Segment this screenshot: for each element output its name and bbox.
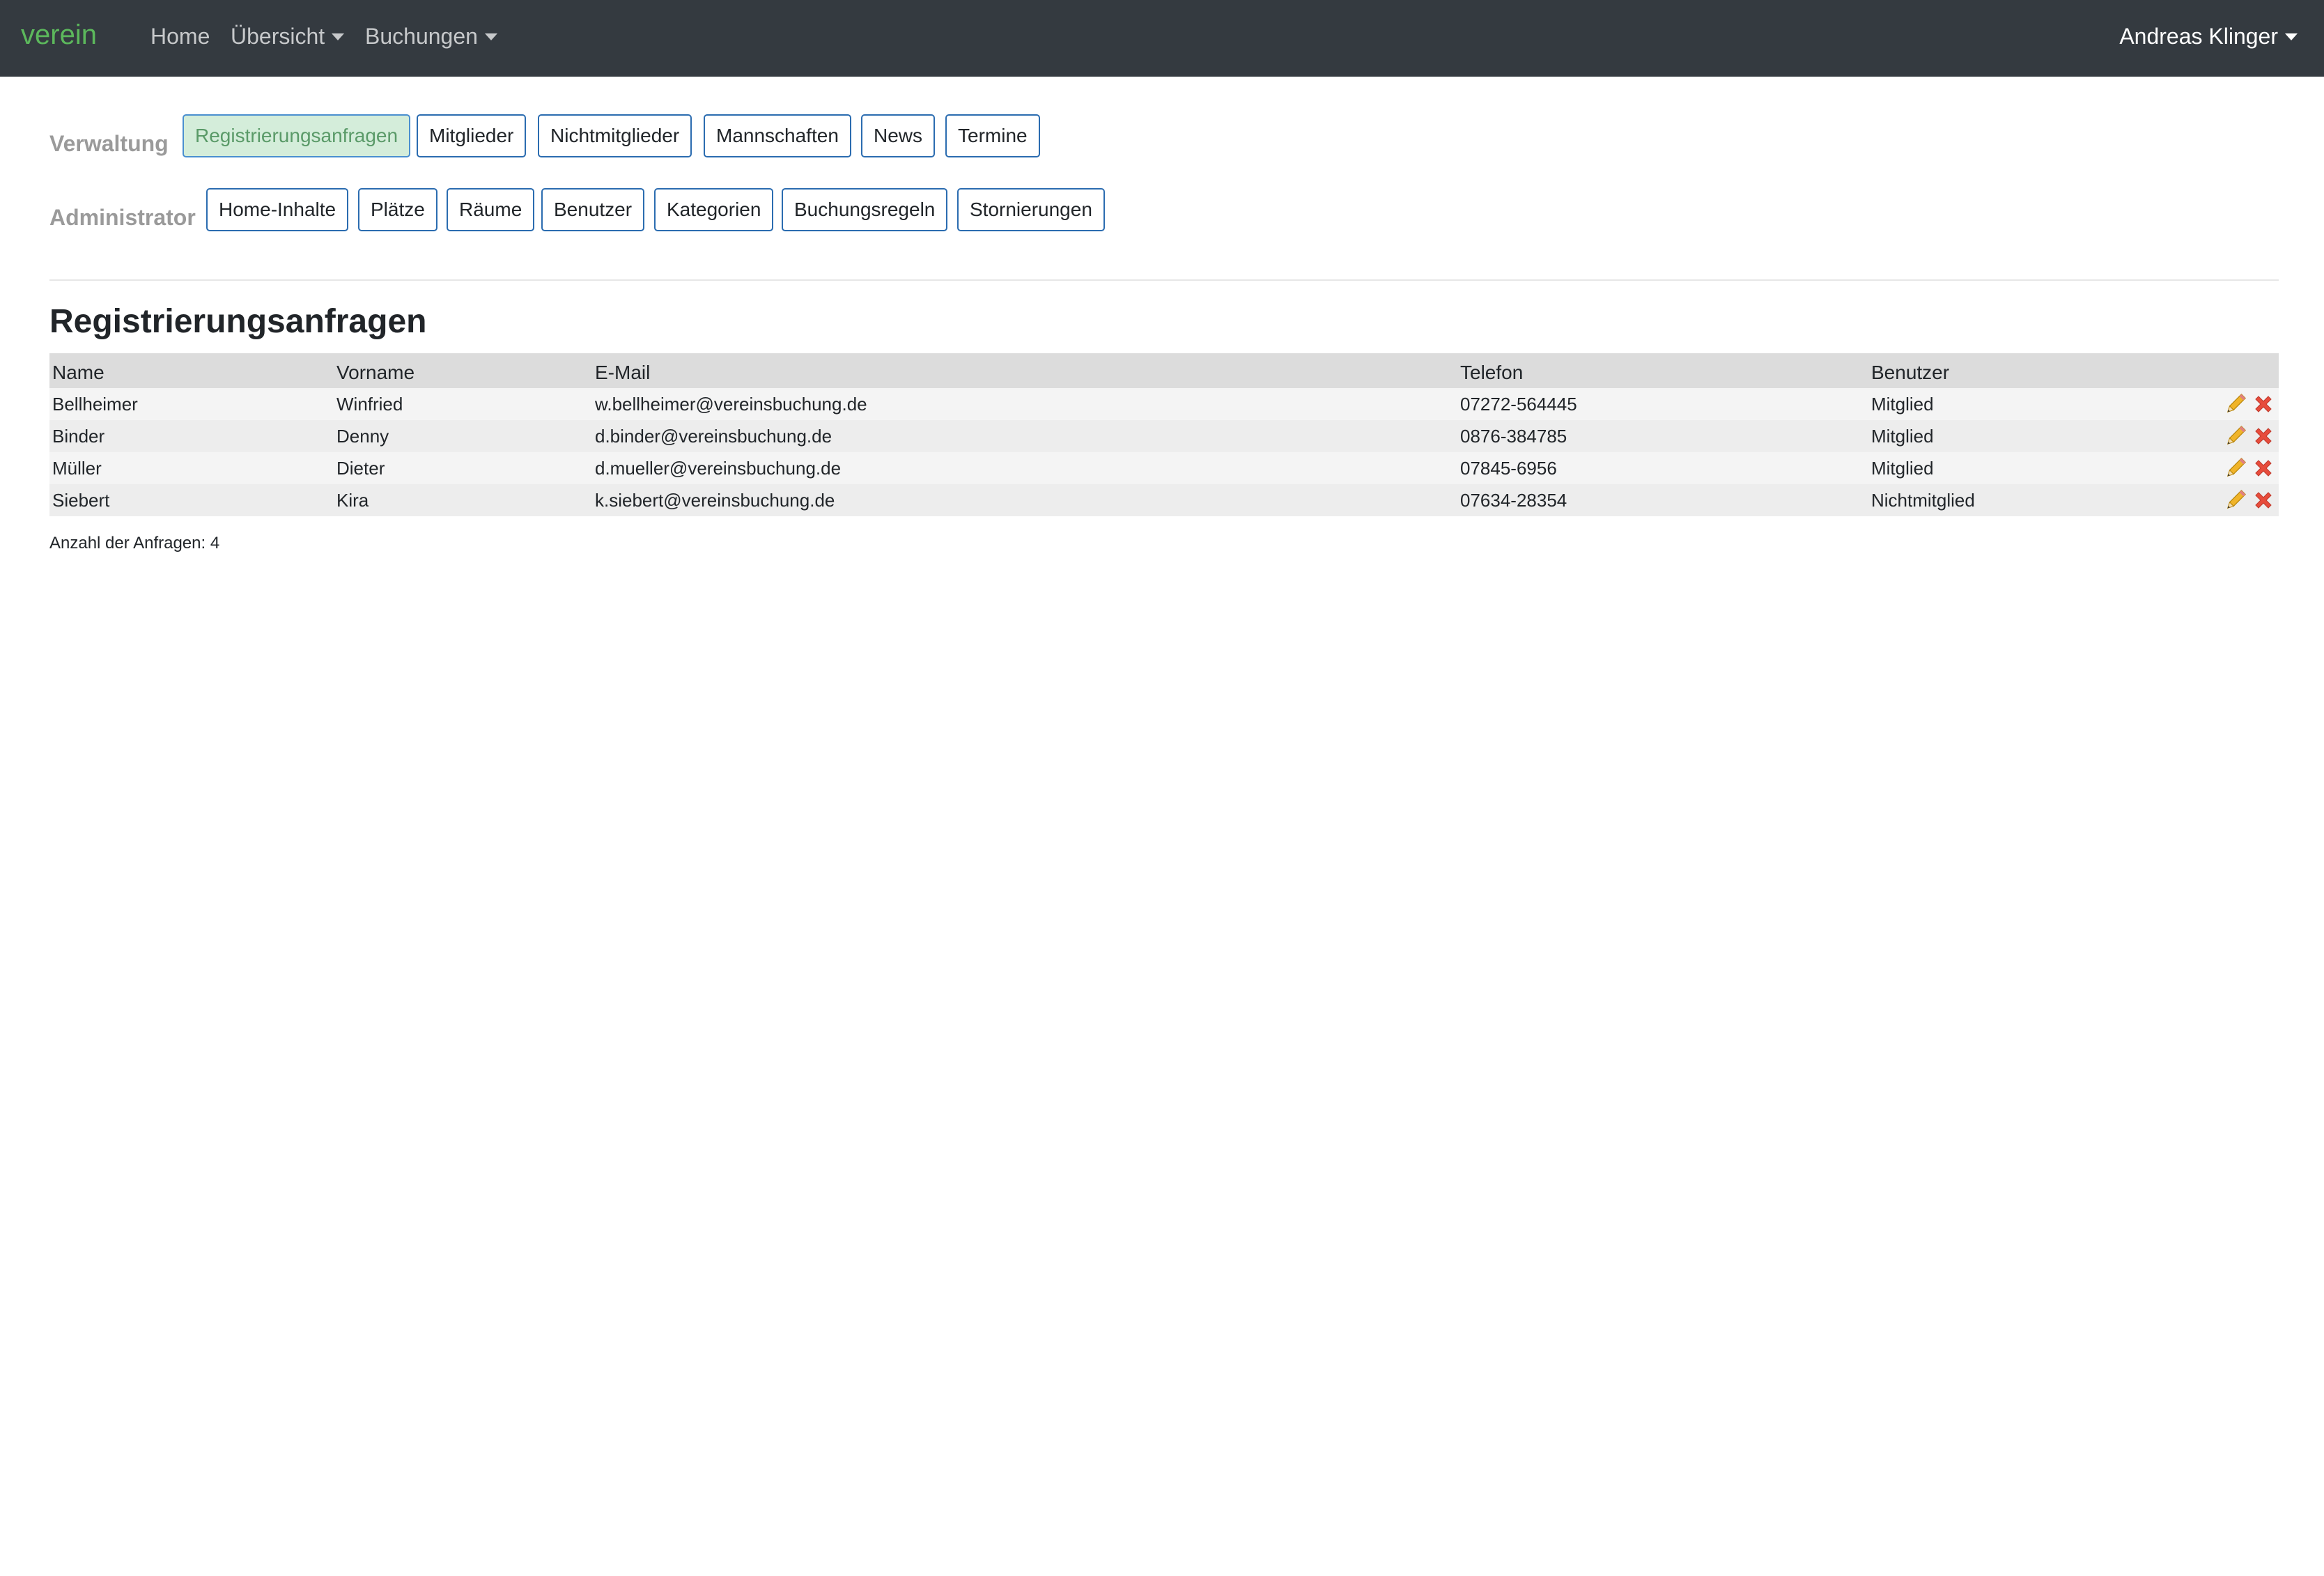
btn-raeume[interactable]: Räume (447, 188, 535, 231)
table-row: Bellheimer Winfried w.bellheimer@vereins… (49, 388, 2279, 420)
cell-benutzer: Mitglied (1871, 457, 1934, 479)
btn-termine[interactable]: Termine (945, 114, 1040, 157)
btn-plaetze[interactable]: Plätze (358, 188, 437, 231)
cell-name: Siebert (52, 489, 110, 511)
delete-x-icon[interactable] (2251, 488, 2276, 513)
cell-email: k.siebert@vereinsbuchung.de (595, 489, 835, 511)
header-telefon[interactable]: Telefon (1457, 362, 1868, 388)
cell-email: w.bellheimer@vereinsbuchung.de (595, 393, 867, 415)
header-email[interactable]: E-Mail (592, 362, 1457, 388)
top-navbar: verein Home Übersicht Buchungen Andreas … (0, 0, 2324, 77)
cell-name: Bellheimer (52, 393, 138, 415)
cell-telefon: 07634-28354 (1460, 489, 1567, 511)
chevron-down-icon (332, 33, 345, 40)
cell-telefon: 07272-564445 (1460, 393, 1577, 415)
nav-uebersicht-dropdown[interactable]: Übersicht (231, 24, 345, 49)
pencil-icon[interactable] (2223, 424, 2248, 449)
brand-logo[interactable]: verein (21, 20, 97, 51)
cell-vorname: Denny (336, 425, 389, 447)
nav-home-label: Home (150, 24, 210, 49)
delete-x-icon[interactable] (2251, 392, 2276, 417)
cell-email: d.binder@vereinsbuchung.de (595, 425, 832, 447)
cell-name: Binder (52, 425, 105, 447)
delete-x-icon[interactable] (2251, 424, 2276, 449)
nav-home[interactable]: Home (150, 24, 210, 49)
btn-kategorien[interactable]: Kategorien (654, 188, 774, 231)
cell-telefon: 07845-6956 (1460, 457, 1557, 479)
chevron-down-icon (2285, 33, 2298, 40)
nav-uebersicht-label: Übersicht (231, 24, 325, 49)
verwaltung-label: Verwaltung (49, 131, 169, 156)
table-header: Name Vorname E-Mail Telefon Benutzer (49, 353, 2279, 388)
cell-telefon: 0876-384785 (1460, 425, 1567, 447)
pencil-icon[interactable] (2223, 456, 2248, 481)
nav-buchungen-label: Buchungen (365, 24, 478, 49)
header-vorname[interactable]: Vorname (334, 362, 592, 388)
cell-benutzer: Mitglied (1871, 393, 1934, 415)
btn-home-inhalte[interactable]: Home-Inhalte (206, 188, 349, 231)
cell-name: Müller (52, 457, 102, 479)
user-menu-dropdown[interactable]: Andreas Klinger (2119, 24, 2298, 49)
btn-mannschaften[interactable]: Mannschaften (704, 114, 851, 157)
section-divider (49, 279, 2279, 281)
administrator-label: Administrator (49, 205, 196, 230)
requests-table: Name Vorname E-Mail Telefon Benutzer Bel… (49, 353, 2279, 516)
user-name: Andreas Klinger (2119, 24, 2278, 49)
btn-mitglieder[interactable]: Mitglieder (417, 114, 527, 157)
cell-benutzer: Nichtmitglied (1871, 489, 1975, 511)
header-name[interactable]: Name (49, 362, 334, 388)
table-row: Müller Dieter d.mueller@vereinsbuchung.d… (49, 452, 2279, 484)
table-row: Binder Denny d.binder@vereinsbuchung.de … (49, 420, 2279, 452)
header-actions (2203, 384, 2279, 388)
btn-buchungsregeln[interactable]: Buchungsregeln (782, 188, 948, 231)
page-title: Registrierungsanfragen (49, 303, 427, 340)
pencil-icon[interactable] (2223, 392, 2248, 417)
cell-vorname: Dieter (336, 457, 385, 479)
row-actions (2203, 456, 2279, 481)
btn-nichtmitglieder[interactable]: Nichtmitglieder (538, 114, 692, 157)
btn-registrierungsanfragen[interactable]: Registrierungsanfragen (183, 114, 411, 157)
delete-x-icon[interactable] (2251, 456, 2276, 481)
row-actions (2203, 424, 2279, 449)
pencil-icon[interactable] (2223, 488, 2248, 513)
request-count: Anzahl der Anfragen: 4 (49, 534, 220, 553)
chevron-down-icon (484, 33, 497, 40)
cell-email: d.mueller@vereinsbuchung.de (595, 457, 842, 479)
row-actions (2203, 392, 2279, 417)
btn-benutzer[interactable]: Benutzer (541, 188, 645, 231)
header-benutzer[interactable]: Benutzer (1868, 362, 2203, 388)
row-actions (2203, 488, 2279, 513)
btn-stornierungen[interactable]: Stornierungen (957, 188, 1105, 231)
btn-news[interactable]: News (861, 114, 936, 157)
nav-buchungen-dropdown[interactable]: Buchungen (365, 24, 497, 49)
cell-vorname: Kira (336, 489, 369, 511)
cell-benutzer: Mitglied (1871, 425, 1934, 447)
cell-vorname: Winfried (336, 393, 403, 415)
table-row: Siebert Kira k.siebert@vereinsbuchung.de… (49, 484, 2279, 516)
